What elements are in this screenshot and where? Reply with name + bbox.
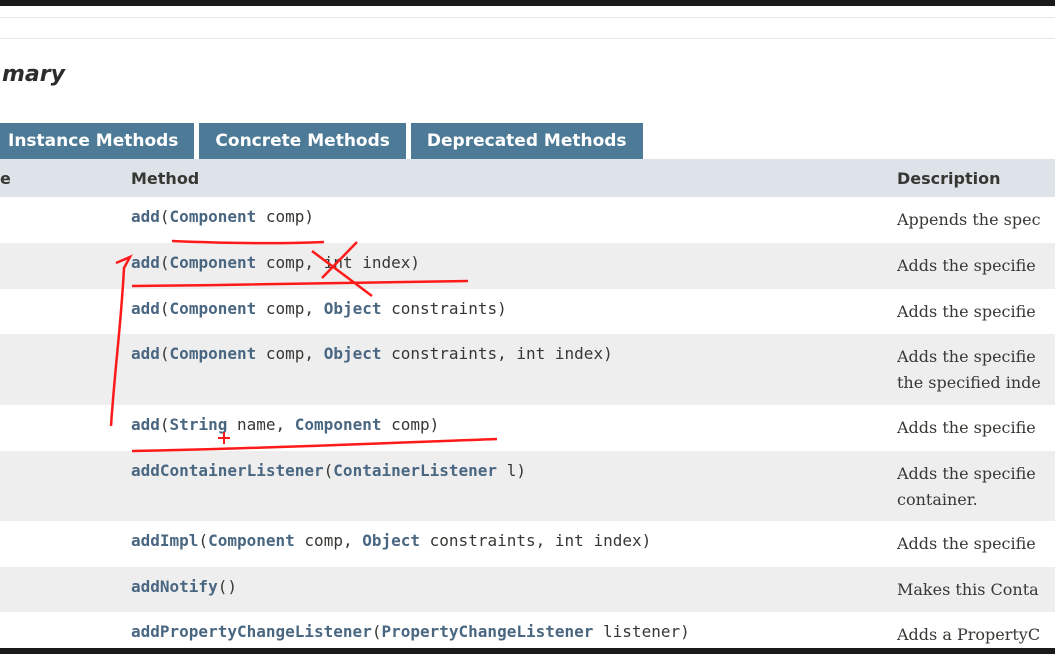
method-signature: addContainerListener(ContainerListener l…	[131, 461, 526, 480]
method-description: Adds the specifie	[897, 415, 1055, 441]
method-link[interactable]: add	[131, 344, 160, 363]
method-column-header: Method	[131, 169, 200, 188]
param-type-link[interactable]: PropertyChangeListener	[381, 622, 593, 641]
param-type-link[interactable]: Component	[170, 253, 257, 272]
table-row: add(Component comp, int index) Adds the s…	[0, 243, 1055, 289]
tab-instance-methods[interactable]: Instance Methods	[0, 123, 195, 159]
method-description: Adds the specifie container.	[897, 461, 1055, 513]
description-line: Adds a PropertyC	[897, 625, 1041, 644]
param-type-link[interactable]: Component	[295, 415, 382, 434]
method-description: Adds the specifie	[897, 531, 1055, 557]
table-header: e Method Description	[0, 159, 1055, 197]
method-description: Adds the specifie	[897, 253, 1055, 279]
tab-concrete-methods[interactable]: Concrete Methods	[199, 123, 406, 159]
param-name: constraints	[429, 531, 536, 550]
method-description: Makes this Conta	[897, 577, 1055, 603]
param-name: comp	[265, 253, 305, 272]
param-name: comp	[265, 299, 305, 318]
method-description: Adds the specifie	[897, 299, 1055, 325]
table-row: addNotify() Makes this Conta	[0, 567, 1055, 612]
divider	[0, 38, 1055, 39]
divider	[0, 17, 1055, 18]
table-row: addPropertyChangeListener(PropertyChange…	[0, 612, 1055, 648]
method-link[interactable]: add	[131, 415, 160, 434]
method-link[interactable]: addPropertyChangeListener	[131, 622, 372, 641]
method-signature: add(Component comp, int index)	[131, 253, 421, 272]
method-link[interactable]: add	[131, 299, 160, 318]
method-link[interactable]: addImpl	[131, 531, 198, 550]
section-heading: mary	[2, 62, 65, 87]
param-name: index	[554, 344, 604, 363]
param-name: name	[236, 415, 276, 434]
description-line: the specified inde	[897, 373, 1041, 392]
param-type: int	[516, 344, 546, 363]
description-line: Makes this Conta	[897, 580, 1039, 599]
param-type: int	[554, 531, 584, 550]
table-row: add(Component comp, Object constraints, …	[0, 334, 1055, 405]
param-type-link[interactable]: Component	[170, 344, 257, 363]
table-row: add(String name, Component comp) Adds the…	[0, 405, 1055, 451]
method-link[interactable]: addContainerListener	[131, 461, 324, 480]
description-line: Adds the specifie	[897, 534, 1036, 553]
param-type-link[interactable]: Object	[324, 344, 382, 363]
param-name: constraints	[391, 299, 498, 318]
method-signature: add(Component comp, Object constraints, …	[131, 344, 613, 363]
param-type-link[interactable]: Component	[170, 299, 257, 318]
method-signature: add(String name, Component comp)	[131, 415, 440, 434]
method-description: Appends the spec	[897, 207, 1055, 233]
table-row: addImpl(Component comp, Object constrain…	[0, 521, 1055, 567]
param-name: listener	[603, 622, 681, 641]
method-signature: add(Component comp, Object constraints)	[131, 299, 507, 318]
table-row: add(Component comp, Object constraints) A…	[0, 289, 1055, 334]
method-tabs: Instance Methods Concrete Methods Deprec…	[0, 123, 648, 159]
param-name: constraints	[391, 344, 498, 363]
param-name: comp	[265, 344, 305, 363]
param-name: index	[593, 531, 642, 550]
javadoc-page: mary Instance Methods Concrete Methods D…	[0, 6, 1055, 648]
table-row: add(Component comp) Appends the spec	[0, 197, 1055, 243]
description-line: Adds the specifie	[897, 256, 1036, 275]
method-link[interactable]: addNotify	[131, 577, 218, 596]
method-description: Adds the specifie the specified inde	[897, 344, 1055, 396]
param-name: comp	[391, 415, 430, 434]
method-link[interactable]: add	[131, 253, 160, 272]
method-signature: addNotify()	[131, 577, 237, 596]
method-link[interactable]: add	[131, 207, 160, 226]
description-line: Adds the specifie	[897, 418, 1036, 437]
tab-deprecated-methods[interactable]: Deprecated Methods	[410, 123, 643, 159]
description-line: Adds the specifie	[897, 302, 1036, 321]
method-signature: addPropertyChangeListener(PropertyChange…	[131, 622, 690, 641]
method-signature: add(Component comp)	[131, 207, 315, 226]
param-type-link[interactable]: ContainerListener	[333, 461, 497, 480]
description-line: Appends the spec	[897, 210, 1041, 229]
method-signature: addImpl(Component comp, Object constrain…	[131, 531, 652, 550]
param-type-link[interactable]: Object	[362, 531, 420, 550]
method-description: Adds a PropertyC	[897, 622, 1055, 648]
param-name: comp	[265, 207, 305, 226]
param-type-link[interactable]: Object	[324, 299, 382, 318]
description-line: container.	[897, 490, 978, 509]
description-column-header: Description	[897, 169, 1001, 188]
param-name: l	[506, 461, 517, 480]
param-type-link[interactable]: String	[170, 415, 228, 434]
description-line: Adds the specifie	[897, 347, 1036, 366]
param-name: index	[362, 253, 411, 272]
description-line: Adds the specifie	[897, 464, 1036, 483]
table-row: addContainerListener(ContainerListener l…	[0, 451, 1055, 521]
param-name: comp	[304, 531, 343, 550]
param-type-link[interactable]: Component	[170, 207, 257, 226]
param-type: int	[323, 253, 353, 272]
param-type-link[interactable]: Component	[208, 531, 295, 550]
modifier-column-header: e	[0, 169, 11, 188]
